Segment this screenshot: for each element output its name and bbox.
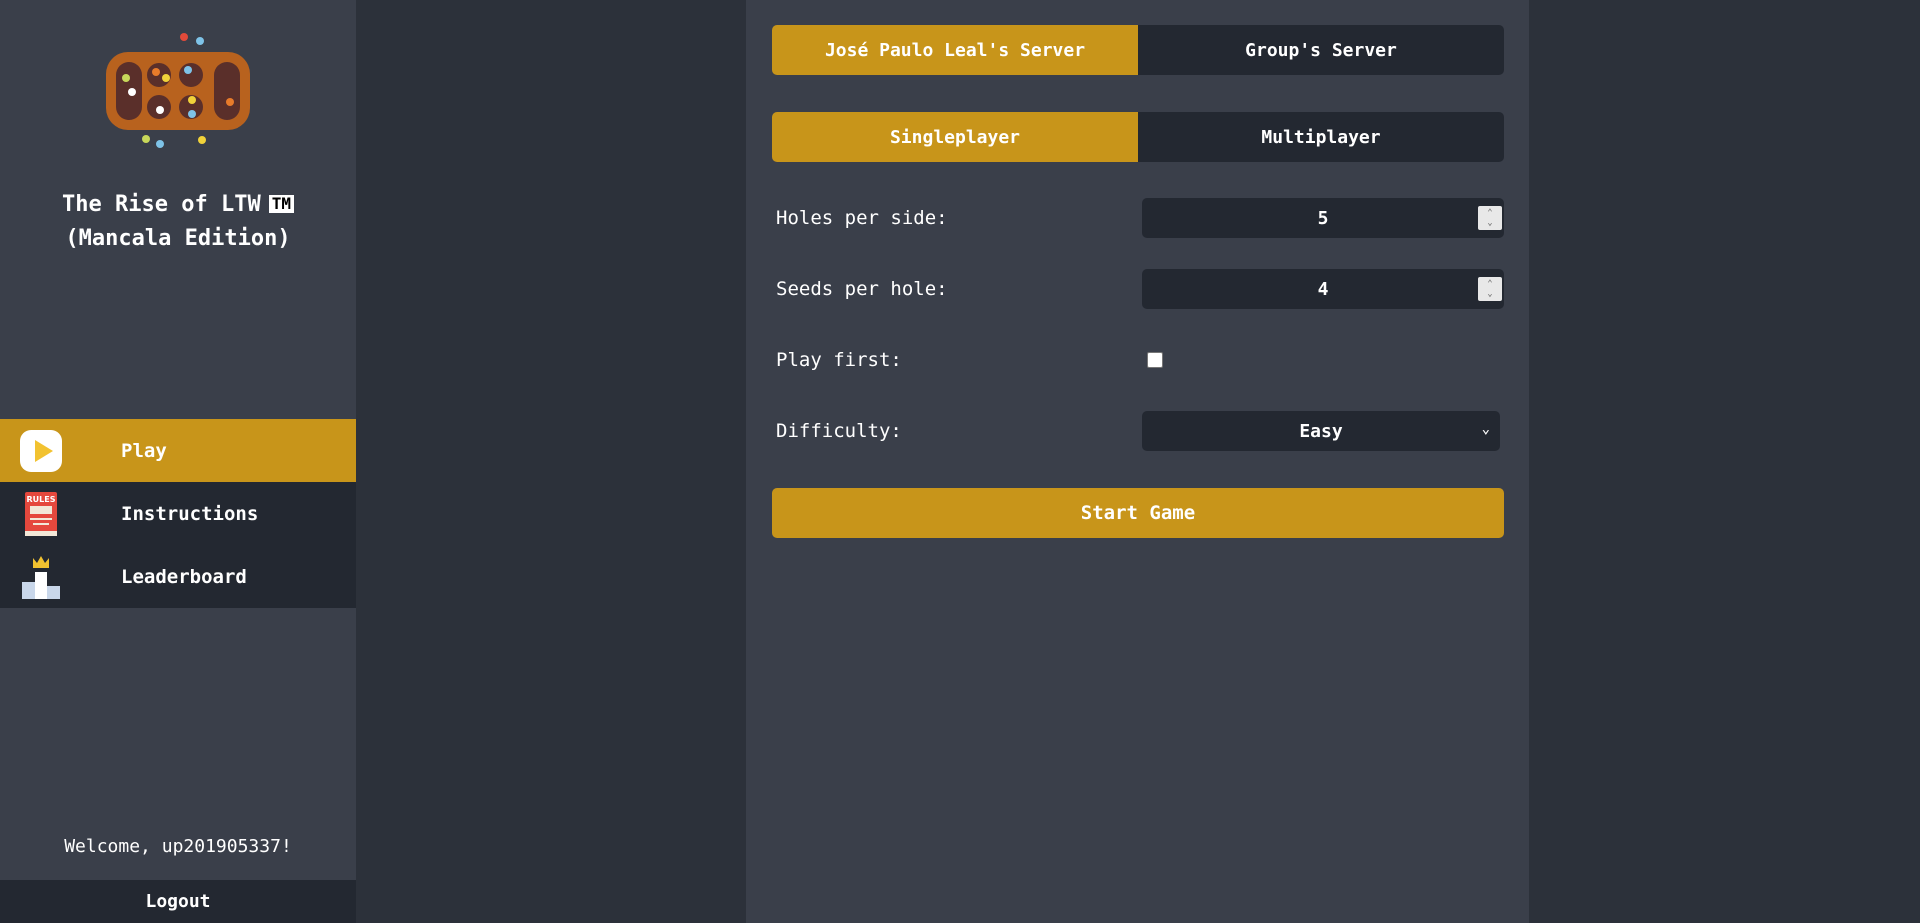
nav-label-play: Play [121, 439, 167, 462]
mancala-logo [104, 28, 252, 150]
nav-label-leaderboard: Leaderboard [121, 565, 247, 588]
rules-icon-text: RULES [27, 495, 56, 504]
game-setup-panel: José Paulo Leal's Server Group's Server … [746, 0, 1529, 923]
sidebar: The Rise of LTW TM (Mancala Edition) Play… [0, 0, 356, 923]
seeds-row: Seeds per hole: 4 ⌃ ⌄ [776, 269, 1504, 309]
seeds-label: Seeds per hole: [776, 278, 948, 300]
holes-value: 5 [1317, 207, 1329, 229]
seeds-value: 4 [1317, 278, 1329, 300]
start-game-button[interactable]: Start Game [772, 488, 1504, 538]
holes-row: Holes per side: 5 ⌃ ⌄ [776, 198, 1504, 238]
nav-label-instructions: Instructions [121, 502, 259, 525]
seeds-input[interactable]: 4 ⌃ ⌄ [1142, 269, 1504, 309]
chevron-down-icon: ⌄ [1487, 218, 1493, 228]
seeds-spinner[interactable]: ⌃ ⌄ [1478, 277, 1502, 301]
logout-button[interactable]: Logout [0, 880, 356, 923]
play-first-row: Play first: [776, 340, 1504, 380]
chevron-down-icon: ⌄ [1487, 289, 1493, 299]
holes-label: Holes per side: [776, 207, 948, 229]
difficulty-select[interactable]: Easy ⌄ [1142, 411, 1500, 451]
app-title-line2: (Mancala Edition) [65, 226, 291, 251]
tab-jpl-server[interactable]: José Paulo Leal's Server [772, 25, 1138, 75]
difficulty-row: Difficulty: Easy ⌄ [776, 411, 1504, 451]
welcome-message: Welcome, up201905337! [64, 836, 292, 857]
nav-item-leaderboard[interactable]: Leaderboard [0, 545, 356, 608]
podium-crown-icon [17, 553, 65, 601]
tab-group-server[interactable]: Group's Server [1138, 25, 1504, 75]
chevron-down-icon: ⌄ [1481, 421, 1490, 437]
play-icon [17, 427, 65, 475]
holes-spinner[interactable]: ⌃ ⌄ [1478, 206, 1502, 230]
play-first-checkbox[interactable] [1147, 352, 1163, 368]
chevron-up-icon: ⌃ [1487, 208, 1493, 218]
app-title: The Rise of LTW TM (Mancala Edition) [0, 188, 356, 256]
nav-item-play[interactable]: Play [0, 419, 356, 482]
trademark-badge: TM [268, 195, 294, 213]
server-selector: José Paulo Leal's Server Group's Server [772, 25, 1504, 75]
main-nav: Play RULES Instructions Leaderboard [0, 419, 356, 608]
mode-selector: Singleplayer Multiplayer [772, 112, 1504, 162]
app-title-line1: The Rise of LTW [62, 192, 261, 217]
play-first-label: Play first: [776, 349, 902, 371]
difficulty-label: Difficulty: [776, 420, 902, 442]
holes-input[interactable]: 5 ⌃ ⌄ [1142, 198, 1504, 238]
difficulty-value: Easy [1299, 420, 1343, 442]
nav-item-instructions[interactable]: RULES Instructions [0, 482, 356, 545]
rules-book-icon: RULES [17, 490, 65, 538]
tab-multiplayer[interactable]: Multiplayer [1138, 112, 1504, 162]
chevron-up-icon: ⌃ [1487, 279, 1493, 289]
tab-singleplayer[interactable]: Singleplayer [772, 112, 1138, 162]
